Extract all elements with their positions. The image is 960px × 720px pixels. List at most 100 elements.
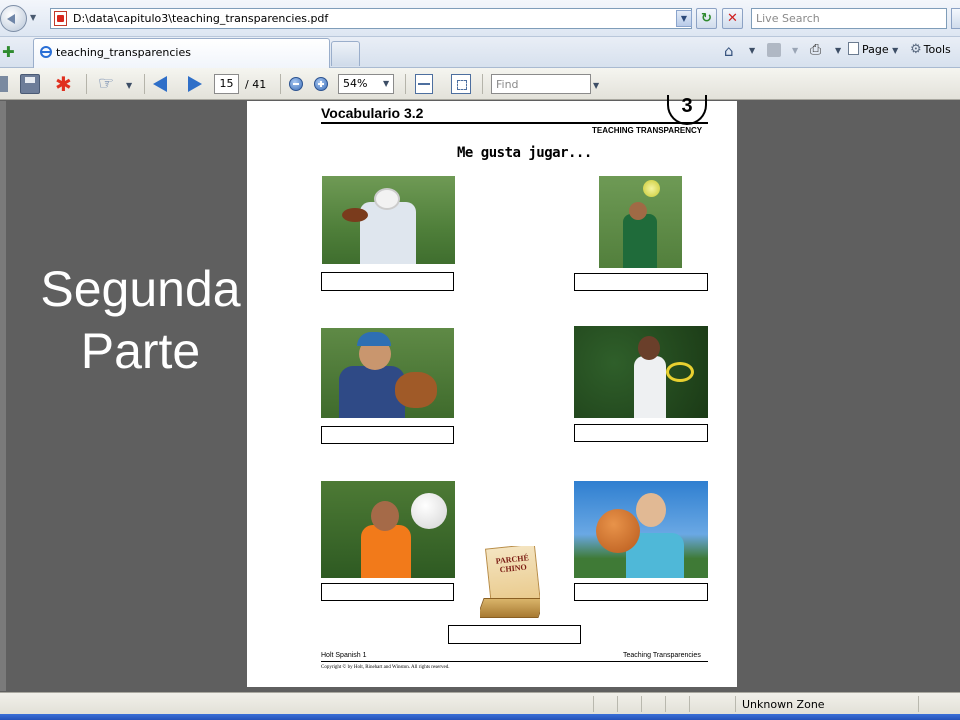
search-input[interactable]: Live Search	[751, 8, 947, 29]
page-menu-label: Page	[862, 43, 889, 56]
status-divider	[617, 696, 618, 712]
page-icon	[848, 42, 859, 55]
figure-body	[361, 525, 411, 578]
photo-board-game: PARCHÉ CHINO	[480, 546, 540, 622]
footer-rule	[321, 661, 708, 662]
status-divider	[665, 696, 666, 712]
ie-icon	[40, 46, 52, 58]
zoom-in-icon[interactable]	[314, 77, 328, 91]
status-divider	[641, 696, 642, 712]
zoom-dropdown-icon[interactable]: ▼	[383, 79, 389, 88]
copyright-notice: Copyright © by Holt, Rinehart and Winsto…	[321, 665, 450, 670]
status-divider	[735, 696, 736, 712]
home-dropdown-icon[interactable]: ▼	[749, 46, 755, 55]
page-subtitle: Me gusta jugar...	[457, 145, 592, 161]
find-input[interactable]: Find	[491, 74, 591, 94]
status-divider	[918, 696, 919, 712]
fit-page-icon[interactable]	[451, 74, 471, 94]
volleyball-icon	[411, 493, 447, 529]
back-button[interactable]	[0, 5, 27, 32]
answer-box-basketball	[574, 583, 708, 601]
print-icon[interactable]: ⎙	[810, 42, 821, 58]
open-icon[interactable]	[0, 76, 8, 92]
tennis-racket-icon	[666, 362, 694, 382]
page-number-input[interactable]: 15	[214, 74, 239, 94]
football-icon	[342, 208, 368, 222]
previous-page-icon[interactable]	[153, 76, 167, 92]
save-icon[interactable]	[20, 74, 40, 94]
answer-box-soccer	[574, 273, 708, 291]
baseball-glove-icon	[395, 372, 437, 408]
answer-box-board-game	[448, 625, 581, 644]
tab-teaching-transparencies[interactable]: teaching_transparencies	[33, 38, 330, 68]
soccer-ball-icon	[643, 180, 660, 197]
pdf-toolbar: ✱ ☞ ▼ 15 / 41 54% ▼ Find	[0, 68, 960, 100]
game-board	[480, 598, 540, 618]
zoom-select[interactable]: 54% ▼	[338, 74, 394, 94]
photo-football-player	[322, 176, 455, 264]
game-box-label: PARCHÉ CHINO	[495, 553, 530, 575]
photo-baseball-player	[321, 328, 454, 418]
print-dropdown-icon[interactable]: ▼	[835, 46, 841, 55]
toolbar-divider	[86, 74, 87, 94]
new-tab-button[interactable]	[331, 41, 360, 66]
footer-book-title: Holt Spanish 1	[321, 652, 367, 659]
vocabulary-title: Vocabulario 3.2	[321, 105, 424, 121]
page-dropdown-icon: ▼	[892, 46, 899, 55]
feeds-dropdown-icon[interactable]: ▼	[792, 46, 798, 55]
address-text: D:\data\capitulo3\teaching_transparencie…	[73, 12, 329, 25]
feeds-icon[interactable]	[767, 43, 781, 57]
select-tool-dropdown-icon[interactable]: ▼	[126, 81, 132, 90]
add-favorite-icon[interactable]: ✚	[2, 43, 15, 61]
answer-box-football	[321, 272, 454, 291]
answer-box-tennis	[574, 424, 708, 442]
pdf-file-icon	[54, 11, 67, 26]
figure-body	[360, 202, 416, 264]
answer-box-volleyball	[321, 583, 454, 601]
next-page-icon[interactable]	[188, 76, 202, 92]
toolbar-divider	[482, 74, 483, 94]
home-icon[interactable]: ⌂	[724, 42, 734, 60]
figure-cap	[357, 332, 391, 346]
page-total: / 41	[245, 78, 267, 91]
page-menu-button[interactable]: Page ▼	[848, 42, 898, 56]
address-field[interactable]: D:\data\capitulo3\teaching_transparencie…	[50, 8, 692, 29]
find-placeholder: Find	[496, 78, 519, 91]
section-label: TEACHING TRANSPARENCY	[592, 126, 703, 135]
toolbar-divider	[144, 74, 145, 94]
photo-basketball-player	[574, 481, 708, 578]
gear-icon: ⚙	[910, 42, 922, 57]
search-placeholder: Live Search	[756, 12, 820, 25]
stop-button[interactable]: ✕	[722, 8, 743, 29]
taskbar	[0, 714, 960, 720]
history-dropdown-icon[interactable]: ▼	[30, 13, 36, 22]
footer-section: Teaching Transparencies	[623, 652, 701, 659]
collaborate-icon[interactable]: ✱	[55, 73, 72, 95]
figure-head	[638, 336, 660, 360]
status-divider	[593, 696, 594, 712]
select-tool-icon[interactable]: ☞	[98, 73, 114, 94]
find-dropdown-icon[interactable]: ▼	[593, 81, 599, 90]
refresh-button[interactable]: ↻	[696, 8, 717, 29]
address-dropdown-icon[interactable]: ▼	[676, 10, 692, 27]
search-button[interactable]	[951, 8, 960, 29]
title-rule	[321, 122, 708, 124]
address-bar-row: ▼ D:\data\capitulo3\teaching_transparenc…	[0, 0, 960, 37]
toolbar-divider	[280, 74, 281, 94]
photo-volleyball-player	[321, 481, 455, 578]
zoom-out-icon[interactable]	[289, 77, 303, 91]
tools-menu-button[interactable]: ⚙ Tools	[910, 42, 951, 57]
security-zone: Unknown Zone	[742, 698, 825, 711]
status-divider	[689, 696, 690, 712]
slide-title-line-1: Segunda	[40, 261, 241, 317]
photo-tennis-player	[574, 326, 708, 418]
slide-title-line-2: Parte	[80, 323, 201, 379]
thumbnail-strip	[0, 101, 6, 691]
basketball-icon	[596, 509, 640, 553]
figure-body	[623, 214, 657, 268]
figure-head	[629, 202, 647, 220]
chapter-number: 3	[667, 95, 707, 125]
tools-menu-label: Tools	[923, 43, 951, 56]
zoom-value: 54%	[343, 77, 368, 90]
fit-width-icon[interactable]	[415, 74, 433, 94]
